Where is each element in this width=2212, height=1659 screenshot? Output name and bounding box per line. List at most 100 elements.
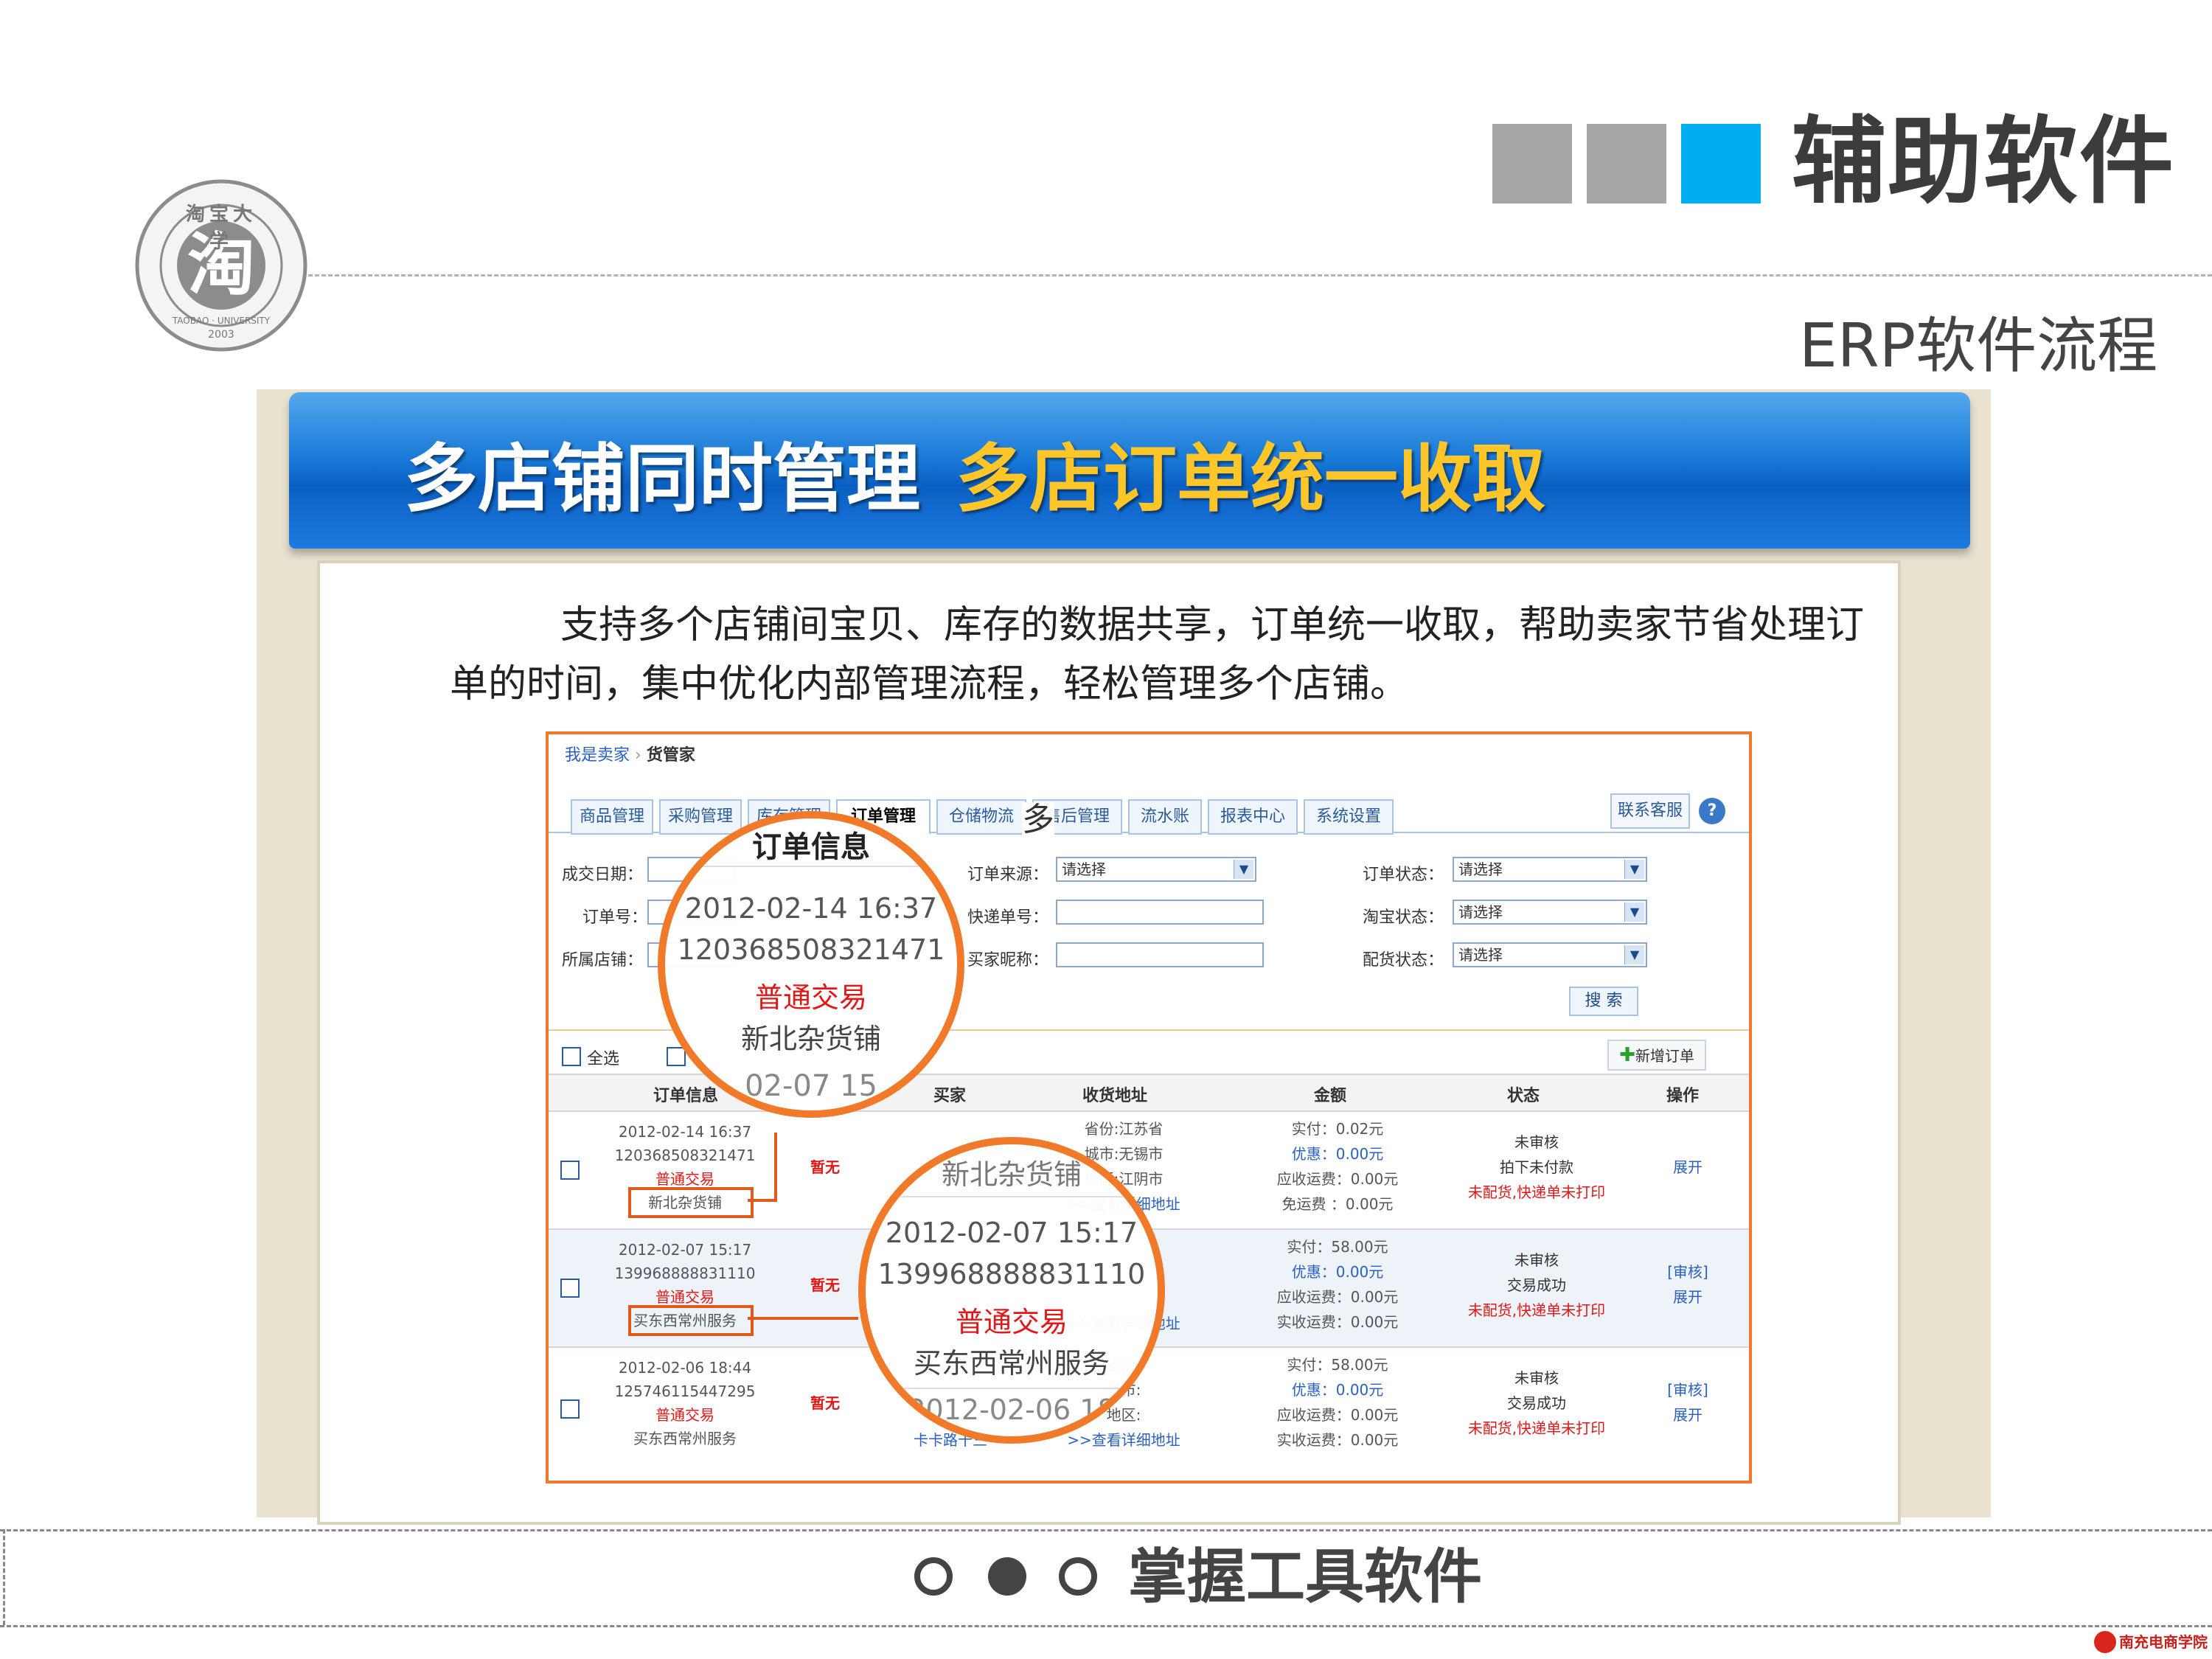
tab-settings[interactable]: 系统设置: [1304, 799, 1394, 835]
order-delivery-status: 未配货,快递单未打印: [1467, 1419, 1606, 1437]
order-store: 买东西常州服务: [633, 1430, 737, 1447]
order-amount-discount: 优惠：0.00元: [1291, 1145, 1384, 1163]
page-subtitle: ERP软件流程: [1799, 311, 2158, 381]
audit-link[interactable]: [审核]: [1647, 1259, 1728, 1284]
chevron-down-icon: ▼: [1624, 945, 1644, 964]
zoom-date: 2012-02-07 15:17: [885, 1217, 1138, 1249]
order-status: 未审核: [1514, 1251, 1559, 1269]
filter-source-select[interactable]: 请选择 ▼: [1056, 857, 1256, 882]
filter-status-select[interactable]: 请选择 ▼: [1453, 857, 1647, 882]
order-id: 125746115447295: [614, 1382, 756, 1400]
order-status: 未审核: [1514, 1133, 1559, 1151]
search-button[interactable]: 搜 索: [1569, 987, 1638, 1016]
filter-delivery-value: 请选择: [1458, 946, 1503, 964]
feature-description: 支持多个店铺间宝贝、库存的数据共享，订单统一收取，帮助卖家节省处理订单的时间，集…: [450, 603, 1865, 706]
filter-taobao-status-select[interactable]: 请选择 ▼: [1453, 900, 1647, 925]
footer-dot-filled: [988, 1557, 1026, 1596]
zoom-id: 139968888831110: [877, 1258, 1146, 1290]
corner-logo-text: 南充电商学院: [2119, 1633, 2208, 1651]
order-type: 普通交易: [655, 1406, 714, 1424]
title-square-2: [1587, 124, 1666, 204]
order-amount-freeship: 免运费 ：0.00元: [1281, 1195, 1394, 1213]
zoom-date: 2012-02-14 16:37: [684, 892, 938, 925]
order-delivery-status: 未配货,快递单未打印: [1467, 1301, 1606, 1319]
filter-buyer-label: 买家昵称：: [967, 951, 1049, 970]
zoom-tail: 2012-02-06 18: [908, 1394, 1116, 1426]
zoom-divider: [866, 1196, 1158, 1197]
title-square-3: [1681, 124, 1761, 204]
filter-express-label: 快递单号：: [967, 908, 1049, 927]
banner-title-right: 多店订单统一收取: [956, 436, 1545, 522]
expand-link[interactable]: 展开: [1647, 1402, 1728, 1427]
col-actions: 操作: [1666, 1087, 1700, 1105]
row-checkbox[interactable]: [560, 1161, 580, 1180]
select-all-checkbox[interactable]: [562, 1047, 581, 1066]
filter-order-no-label: 订单号：: [582, 908, 648, 927]
tab-ledger[interactable]: 流水账: [1128, 799, 1202, 835]
header-divider: [295, 274, 2212, 276]
zoom-id: 120368508321471: [677, 933, 945, 966]
view-address-link[interactable]: >>查看详细地址: [1065, 1427, 1183, 1453]
zoom-lens-order-2: 新北杂货铺 2012-02-07 15:17 139968888831110 普…: [858, 1137, 1165, 1444]
breadcrumb-separator: ›: [635, 746, 641, 765]
tab-products[interactable]: 商品管理: [571, 799, 653, 835]
filter-delivery-label: 配货状态：: [1363, 951, 1444, 970]
order-trade-status: 拍下未付款: [1500, 1158, 1573, 1176]
chevron-down-icon: ▼: [1624, 902, 1644, 922]
corner-logo-emblem: [2094, 1631, 2116, 1653]
filter-taobao-status-label: 淘宝状态：: [1363, 908, 1444, 927]
filter-express-input[interactable]: [1056, 900, 1264, 925]
order-delivery-status: 未配货,快递单未打印: [1467, 1183, 1606, 1201]
erp-screenshot: 我是卖家 › 货管家 商品管理 采购管理 库存管理 订单管理 仓储物流 售后管理…: [546, 731, 1752, 1484]
footer-left-border: [3, 1529, 5, 1625]
tab-reports[interactable]: 报表中心: [1208, 799, 1298, 835]
order-date: 2012-02-14 16:37: [618, 1123, 752, 1141]
highlight-connector: [774, 1133, 777, 1202]
highlight-connector: [748, 1199, 777, 1202]
footer-dot-empty: [914, 1557, 953, 1596]
order-remark: 暂无: [810, 1394, 840, 1412]
logo-name: 淘宝大学: [185, 204, 257, 253]
tab-overlay-text: 多: [1022, 801, 1054, 838]
filter-taobao-status-value: 请选择: [1458, 903, 1503, 921]
col-address: 收货地址: [1082, 1087, 1148, 1105]
order-amount-paid: 实付：58.00元: [1287, 1238, 1388, 1256]
col-status: 状态: [1507, 1087, 1540, 1105]
help-icon[interactable]: ?: [1699, 798, 1725, 824]
filter-buyer-input[interactable]: [1056, 942, 1264, 967]
filter-store-label: 所属店铺：: [562, 951, 644, 970]
page-title: 辅助软件: [1792, 107, 2176, 217]
order-id: 139968888831110: [614, 1265, 756, 1282]
order-trade-status: 交易成功: [1507, 1276, 1566, 1294]
zoom-head: 新北杂货铺: [941, 1158, 1082, 1191]
order-remark: 暂无: [810, 1158, 840, 1176]
expand-link[interactable]: 展开: [1647, 1284, 1728, 1310]
chevron-down-icon: ▼: [1624, 860, 1644, 879]
zoom-store: 新北杂货铺: [740, 1023, 881, 1055]
breadcrumb-seller[interactable]: 我是卖家: [565, 746, 630, 765]
order-trade-status: 交易成功: [1507, 1394, 1566, 1412]
order-amount-shipping-received: 实收运费：0.00元: [1276, 1431, 1399, 1449]
breadcrumb: 我是卖家 › 货管家: [565, 742, 695, 765]
new-order-button[interactable]: ✚新增订单: [1607, 1040, 1706, 1071]
row-checkbox[interactable]: [560, 1279, 580, 1298]
store-highlight-box: [628, 1305, 754, 1336]
logo-en: TAOBAO · UNIVERSITY: [172, 316, 271, 326]
zoom-lens-order-1: 订单信息 2012-02-14 16:37 120368508321471 普通…: [658, 811, 964, 1118]
zoom-tail: 02-07 15: [745, 1069, 877, 1103]
order-remark: 暂无: [810, 1276, 840, 1294]
footer-top-border: [0, 1529, 2212, 1531]
filter-date-label: 成交日期：: [562, 866, 644, 884]
expand-link[interactable]: 展开: [1647, 1155, 1728, 1180]
select-all-label: 全选: [587, 1050, 620, 1068]
filter-delivery-select[interactable]: 请选择 ▼: [1453, 942, 1647, 967]
zoom-type: 普通交易: [754, 981, 867, 1014]
contact-service-button[interactable]: 联系客服: [1610, 793, 1690, 829]
audit-link[interactable]: [审核]: [1647, 1377, 1728, 1402]
row-checkbox[interactable]: [560, 1399, 580, 1419]
filter-status-value: 请选择: [1458, 860, 1503, 878]
order-amount-paid: 实付：58.00元: [1287, 1356, 1388, 1374]
taobao-university-logo: 淘 淘宝大学 TAOBAO · UNIVERSITY 2003: [133, 177, 310, 354]
breadcrumb-current: 货管家: [646, 746, 695, 765]
chevron-down-icon: ▼: [1234, 860, 1253, 879]
